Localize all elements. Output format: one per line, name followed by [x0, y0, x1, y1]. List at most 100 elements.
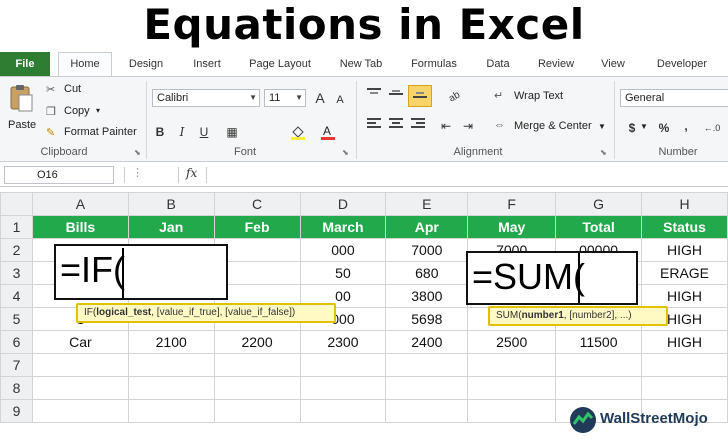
tab-page-layout[interactable]: Page Layout [240, 52, 320, 76]
cell-h4[interactable]: HIGH [641, 284, 728, 308]
copy-dropdown-icon[interactable]: ▾ [96, 106, 100, 115]
tab-file[interactable]: File [0, 52, 50, 76]
currency-button[interactable]: $ [622, 119, 642, 137]
border-icon[interactable]: ▦ [222, 123, 242, 141]
align-bottom-icon[interactable] [408, 85, 432, 107]
column-header-b[interactable]: B [127, 192, 215, 216]
if-formula-edit-box[interactable]: =IF( [54, 244, 228, 300]
cell-e9[interactable] [385, 399, 469, 423]
font-size-select[interactable]: 11 ▼ [264, 89, 306, 107]
cell-h3[interactable]: ERAGE [641, 261, 728, 285]
cell-e4[interactable]: 3800 [385, 284, 469, 308]
cell-b1[interactable]: Jan [127, 215, 215, 239]
tab-insert[interactable]: Insert [180, 52, 234, 76]
cell-a1[interactable]: Bills [31, 215, 129, 239]
align-middle-icon[interactable] [386, 87, 406, 105]
tab-review[interactable]: Review [528, 52, 584, 76]
row-header[interactable]: 5 [0, 307, 33, 331]
cell-d3[interactable]: 50 [299, 261, 387, 285]
wrap-text-button[interactable]: ↵ Wrap Text [494, 89, 594, 107]
copy-button[interactable]: ❐ Copy ▾ [46, 105, 136, 121]
name-box[interactable]: O16 [4, 166, 114, 184]
row-header[interactable]: 6 [0, 330, 33, 354]
cell-e3[interactable]: 680 [385, 261, 469, 285]
cell-d7[interactable] [299, 353, 387, 377]
increase-decimal-icon[interactable]: ←.0 [702, 119, 722, 137]
cell-c6[interactable]: 2200 [213, 330, 301, 354]
font-launcher-icon[interactable]: ⬊ [342, 148, 349, 157]
align-center-icon[interactable] [386, 117, 406, 135]
cell-a7[interactable] [31, 353, 129, 377]
text-orientation-icon[interactable]: ab [446, 87, 466, 105]
select-all-corner[interactable] [0, 192, 33, 216]
column-header-g[interactable]: G [555, 192, 643, 216]
cell-h2[interactable]: HIGH [641, 238, 728, 262]
font-color-icon[interactable]: A [318, 123, 338, 141]
percent-button[interactable]: % [654, 119, 674, 137]
tab-formulas[interactable]: Formulas [400, 52, 468, 76]
clipboard-launcher-icon[interactable]: ⬊ [134, 148, 141, 157]
cell-a6[interactable]: Car [31, 330, 129, 354]
cell-e1[interactable]: Apr [385, 215, 469, 239]
cell-f1[interactable]: May [467, 215, 557, 239]
column-header-c[interactable]: C [213, 192, 301, 216]
align-top-icon[interactable] [364, 87, 384, 105]
cell-a9[interactable] [31, 399, 129, 423]
cell-f6[interactable]: 2500 [467, 330, 557, 354]
merge-center-button[interactable]: ⇔ Merge & Center ▼ [494, 119, 614, 137]
cell-b8[interactable] [127, 376, 215, 400]
cell-g1[interactable]: Total [555, 215, 643, 239]
column-header-d[interactable]: D [299, 192, 387, 216]
cell-h8[interactable] [641, 376, 728, 400]
formula-input[interactable] [210, 166, 724, 184]
cell-h7[interactable] [641, 353, 728, 377]
row-header[interactable]: 4 [0, 284, 33, 308]
cell-c8[interactable] [213, 376, 301, 400]
cell-e6[interactable]: 2400 [385, 330, 469, 354]
cell-e2[interactable]: 7000 [385, 238, 469, 262]
row-header[interactable]: 8 [0, 376, 33, 400]
cell-g7[interactable] [555, 353, 643, 377]
cell-d8[interactable] [299, 376, 387, 400]
column-header-f[interactable]: F [467, 192, 557, 216]
tab-design[interactable]: Design [118, 52, 174, 76]
row-header[interactable]: 7 [0, 353, 33, 377]
insert-function-button[interactable]: fx [186, 166, 197, 180]
cell-f8[interactable] [467, 376, 557, 400]
column-header-a[interactable]: A [31, 192, 129, 216]
chevron-down-icon[interactable]: ▼ [640, 122, 648, 131]
cell-e7[interactable] [385, 353, 469, 377]
row-header[interactable]: 3 [0, 261, 33, 285]
cell-f9[interactable] [467, 399, 557, 423]
cell-d1[interactable]: March [299, 215, 387, 239]
cell-d2[interactable]: 000 [299, 238, 387, 262]
align-left-icon[interactable] [364, 117, 384, 135]
cell-e5[interactable]: 5698 [385, 307, 469, 331]
row-header[interactable]: 2 [0, 238, 33, 262]
underline-button[interactable]: U [194, 123, 214, 141]
cell-h1[interactable]: Status [641, 215, 728, 239]
row-header[interactable]: 9 [0, 399, 33, 423]
tab-data[interactable]: Data [474, 52, 522, 76]
cell-a8[interactable] [31, 376, 129, 400]
column-header-h[interactable]: H [641, 192, 728, 216]
cell-c9[interactable] [213, 399, 301, 423]
italic-button[interactable]: I [172, 123, 192, 141]
increase-indent-icon[interactable]: ⇥ [458, 117, 478, 135]
tab-new-tab[interactable]: New Tab [328, 52, 394, 76]
fill-color-icon[interactable] [288, 123, 308, 141]
cell-h6[interactable]: HIGH [641, 330, 728, 354]
align-right-icon[interactable] [408, 117, 428, 135]
comma-style-button[interactable]: , [676, 117, 696, 135]
tab-view[interactable]: View [590, 52, 636, 76]
row-header[interactable]: 1 [0, 215, 33, 239]
cell-g8[interactable] [555, 376, 643, 400]
bold-button[interactable]: B [150, 123, 170, 141]
grow-font-button[interactable]: A [310, 89, 330, 107]
cell-g6[interactable]: 11500 [555, 330, 643, 354]
column-header-e[interactable]: E [385, 192, 469, 216]
cell-b7[interactable] [127, 353, 215, 377]
number-format-select[interactable]: General [620, 89, 728, 107]
cell-d9[interactable] [299, 399, 387, 423]
tab-developer[interactable]: Developer [644, 52, 720, 76]
